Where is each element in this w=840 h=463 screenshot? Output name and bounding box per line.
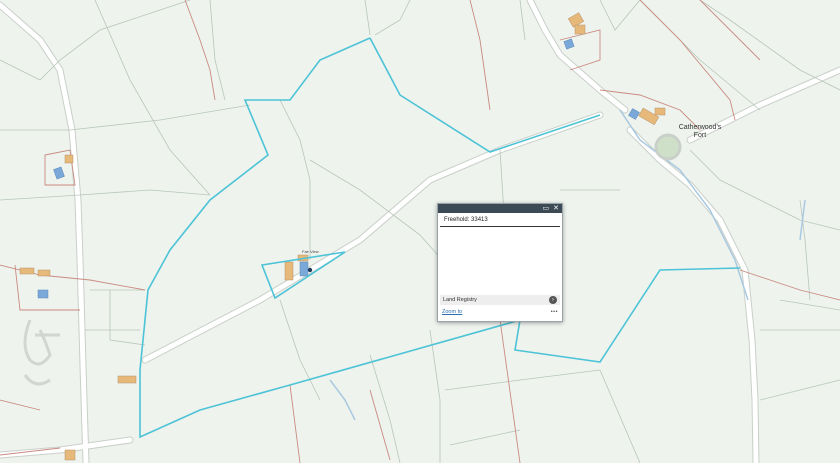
window-icon[interactable]: ▭ bbox=[543, 204, 550, 213]
popup-header: ▭ ✕ bbox=[438, 204, 562, 213]
map-canvas[interactable]: Catherwood's Fort Fair View bbox=[0, 0, 840, 463]
popup-footer: Zoom to ••• bbox=[438, 305, 562, 319]
property-marker bbox=[307, 267, 313, 273]
place-label: Catherwood's Fort bbox=[678, 124, 722, 139]
house-label: Fair View bbox=[302, 249, 319, 254]
popup-title: Freehold: 33413 bbox=[440, 213, 560, 227]
layer-label: Land Registry bbox=[443, 297, 477, 303]
map-basemap bbox=[0, 0, 840, 463]
close-icon[interactable]: ✕ bbox=[553, 204, 559, 213]
more-options-icon[interactable]: ••• bbox=[551, 309, 558, 315]
layer-row[interactable]: Land Registry › bbox=[440, 295, 560, 305]
popup-body bbox=[438, 227, 562, 295]
chevron-right-icon[interactable]: › bbox=[549, 296, 557, 304]
zoom-to-link[interactable]: Zoom to bbox=[442, 309, 462, 315]
info-popup[interactable]: ▭ ✕ Freehold: 33413 Land Registry › Zoom… bbox=[437, 203, 563, 322]
